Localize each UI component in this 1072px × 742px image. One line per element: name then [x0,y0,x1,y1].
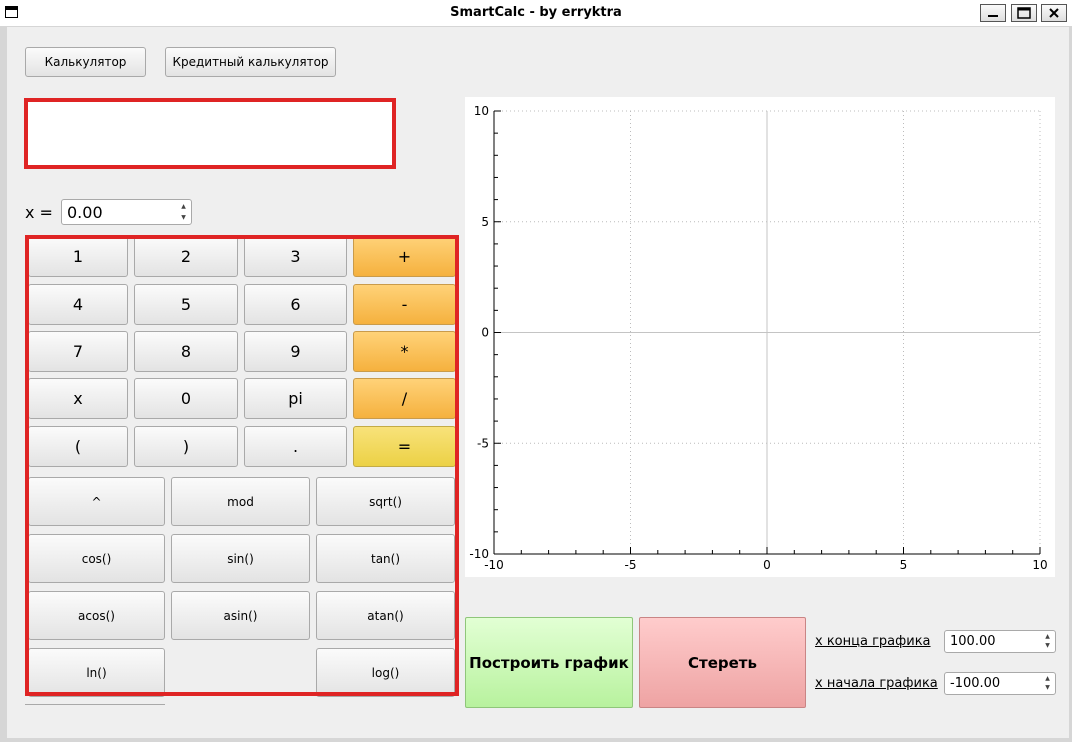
y-tick-label: 5 [481,215,489,229]
graph-plot[interactable]: -10 -5 0 5 10 10 5 0 -5 -10 [465,97,1055,577]
x-label: x = [25,203,53,222]
key-button[interactable]: 7 [28,331,128,372]
key-button[interactable]: ) [134,426,238,467]
window-title: SmartCalc - by erryktra [450,5,622,20]
function-key-button[interactable]: sqrt() [316,477,455,526]
x-spin-arrows: ▲ ▼ [177,201,190,223]
spin-up-icon[interactable]: ▲ [177,201,190,212]
function-key-button[interactable]: asin() [171,591,310,640]
key-button[interactable]: 3 [244,236,347,277]
key-button[interactable]: 1 [28,236,128,277]
title-bar: SmartCalc - by erryktra [0,0,1072,26]
x-end-spinbox[interactable]: 100.00 ▲ ▼ [944,630,1056,653]
function-key-button[interactable]: ln() [28,648,165,697]
key-button[interactable]: pi [244,378,347,419]
function-key-button[interactable]: sin() [171,534,310,583]
function-key-button[interactable]: tan() [316,534,455,583]
spin-down-icon[interactable]: ▼ [1041,642,1054,652]
tab-calculator[interactable]: Калькулятор [25,47,146,77]
key-button[interactable]: + [353,236,456,277]
function-key-button[interactable]: cos() [28,534,165,583]
maximize-icon [1017,7,1031,19]
minimize-icon [988,15,998,17]
y-tick-label: -5 [477,436,489,450]
x-start-spin-arrows: ▲ ▼ [1041,674,1054,693]
key-button[interactable]: 5 [134,284,238,325]
function-key-button[interactable]: ^ [28,477,165,526]
x-tick-label: 5 [900,558,908,572]
y-tick-label: -10 [469,547,489,561]
close-icon [1049,8,1059,18]
x-start-spinbox[interactable]: -100.00 ▲ ▼ [944,672,1056,695]
minimize-button[interactable] [980,4,1006,22]
key-button[interactable]: 6 [244,284,347,325]
x-value: 0.00 [67,203,103,222]
key-button[interactable]: = [353,426,456,467]
key-button[interactable]: 9 [244,331,347,372]
x-start-value: -100.00 [950,676,1001,691]
key-button[interactable]: 2 [134,236,238,277]
x-tick-label: 0 [763,558,771,572]
x-value-spinbox[interactable]: 0.00 ▲ ▼ [61,199,192,225]
x-tick-label: 10 [1032,558,1047,572]
x-start-label: x начала графика [815,676,938,691]
divider [25,704,165,705]
spin-up-icon[interactable]: ▲ [1041,674,1054,684]
main-window: Калькулятор Кредитный калькулятор x = 0.… [7,27,1069,738]
key-button[interactable]: 4 [28,284,128,325]
close-button[interactable] [1041,4,1067,22]
x-end-label: x конца графика [815,634,931,649]
key-button[interactable]: x [28,378,128,419]
build-graph-button[interactable]: Построить график [465,617,633,708]
key-button[interactable]: ( [28,426,128,467]
function-key-button[interactable]: mod [171,477,310,526]
spin-down-icon[interactable]: ▼ [177,212,190,223]
key-button[interactable]: 0 [134,378,238,419]
maximize-button[interactable] [1011,4,1037,22]
expression-display[interactable] [24,98,396,169]
x-end-spin-arrows: ▲ ▼ [1041,632,1054,651]
clear-button[interactable]: Стереть [639,617,806,708]
function-key-button[interactable]: log() [316,648,455,697]
key-button[interactable]: * [353,331,456,372]
x-tick-label: -5 [625,558,637,572]
key-button[interactable]: - [353,284,456,325]
y-tick-label: 10 [474,104,489,118]
function-key-button[interactable]: atan() [316,591,455,640]
graph-svg: -10 -5 0 5 101050-5-10 [469,104,1047,572]
key-button[interactable]: 8 [134,331,238,372]
key-button[interactable]: . [244,426,347,467]
spin-down-icon[interactable]: ▼ [1041,684,1054,694]
x-end-value: 100.00 [950,634,996,649]
tab-credit-calculator[interactable]: Кредитный калькулятор [165,47,336,77]
key-button[interactable]: / [353,378,456,419]
spin-up-icon[interactable]: ▲ [1041,632,1054,642]
function-key-button[interactable]: acos() [28,591,165,640]
y-tick-label: 0 [481,326,489,340]
